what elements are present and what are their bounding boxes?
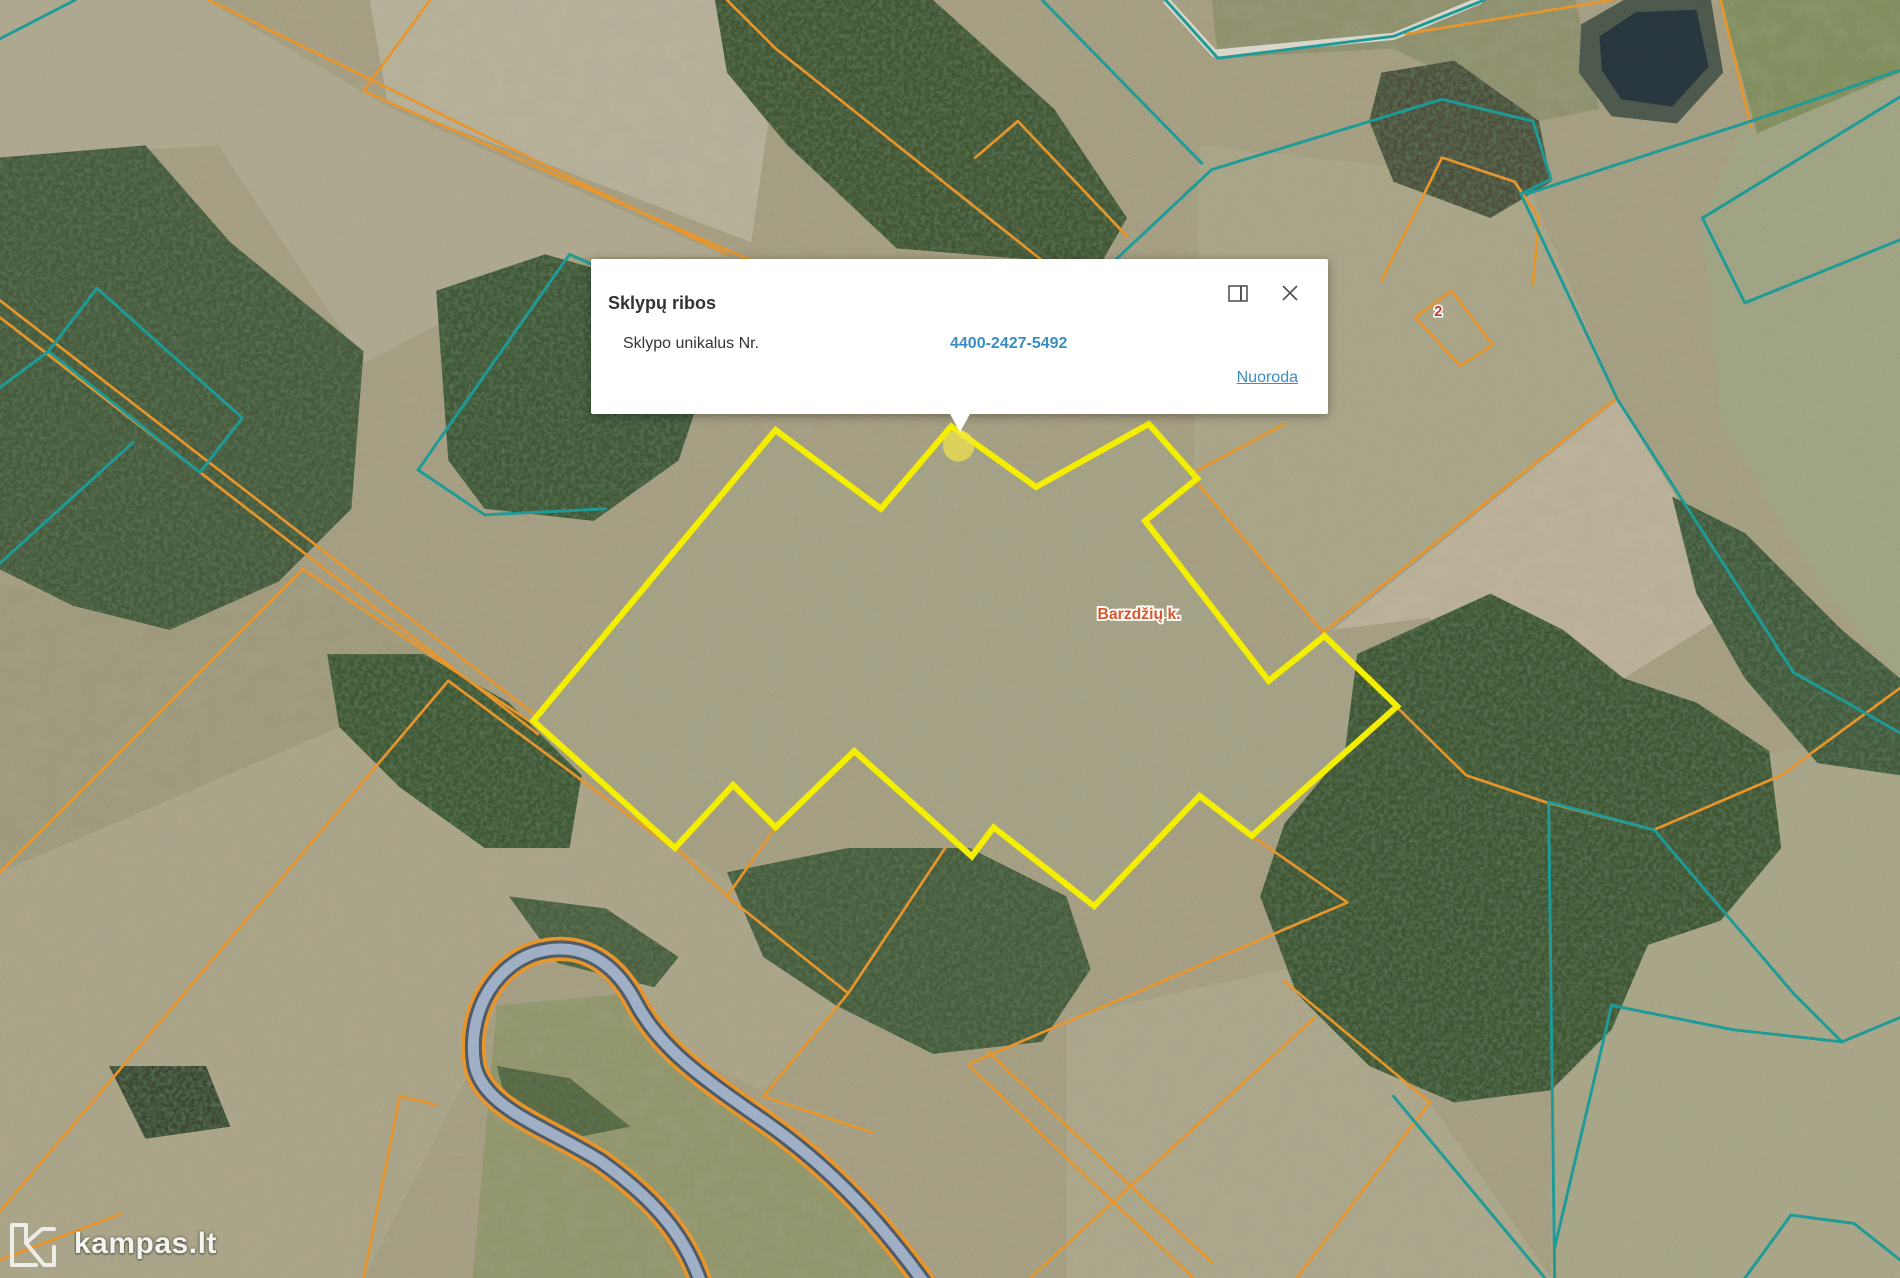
attribute-label: Sklypo unikalus Nr. bbox=[623, 335, 760, 352]
nuoroda-link[interactable]: Nuoroda bbox=[1237, 369, 1298, 387]
parcel-number-marker: 2 bbox=[1434, 304, 1442, 320]
kampas-logo-icon bbox=[10, 1223, 56, 1267]
close-button[interactable] bbox=[1277, 281, 1303, 305]
aerial-map-canvas[interactable]: Barzdžių k. 2 bbox=[0, 0, 1900, 1278]
watermark-text: kampas.lt bbox=[74, 1227, 217, 1260]
village-label: Barzdžių k. bbox=[1097, 606, 1180, 623]
popup-title: Sklypų ribos bbox=[608, 293, 717, 313]
parcel-number-link[interactable]: 4400-2427-5492 bbox=[950, 335, 1067, 353]
click-location-marker bbox=[942, 430, 975, 462]
popup-pointer bbox=[950, 414, 970, 432]
parcel-info-popup: Sklypų ribos Sklypo unikalus Nr. 4400-24… bbox=[591, 259, 1328, 432]
attribute-row: Sklypo unikalus Nr. 4400-2427-5492 bbox=[623, 335, 1303, 357]
maximize-icon bbox=[1228, 284, 1248, 302]
kampas-watermark: kampas.lt bbox=[6, 1216, 217, 1272]
maximize-button[interactable] bbox=[1225, 281, 1251, 305]
imagery-grain bbox=[0, 0, 1900, 1278]
close-icon bbox=[1282, 285, 1298, 301]
map-viewer: Barzdžių k. 2 Sklypų ribos Sklypo unikal… bbox=[0, 0, 1900, 1278]
